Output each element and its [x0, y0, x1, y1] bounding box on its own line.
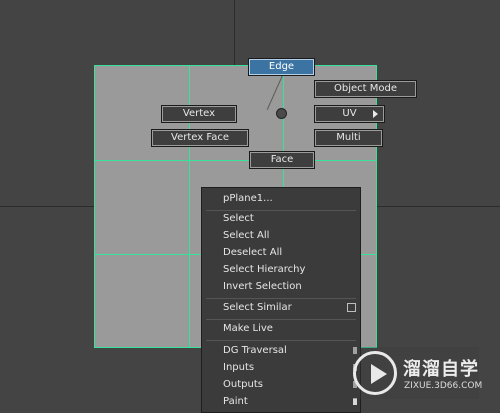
multi-button[interactable]: Multi — [314, 129, 383, 147]
plane-edge-horizontal — [95, 160, 376, 161]
menu-separator — [206, 340, 356, 341]
object-mode-button[interactable]: Object Mode — [314, 80, 417, 98]
menu-item-select-similar-label: Select Similar — [223, 302, 292, 313]
edge-button[interactable]: Edge — [248, 58, 315, 76]
menu-item-make-live[interactable]: Make Live — [202, 320, 360, 337]
menu-item-paint-label: Paint — [223, 396, 248, 407]
menu-item-dg-traversal-label: DG Traversal — [223, 345, 287, 356]
watermark-title: 溜溜自学 — [403, 359, 479, 380]
menu-item-inputs[interactable]: Inputs — [202, 359, 360, 376]
submenu-arrow-icon — [353, 398, 357, 405]
menu-item-select-similar[interactable]: Select Similar — [202, 299, 360, 316]
watermark-url: ZIXUE.3D66.COM — [404, 381, 483, 391]
menu-item-object-name[interactable]: pPlane1... — [202, 190, 360, 207]
menu-item-select-hierarchy[interactable]: Select Hierarchy — [202, 261, 360, 278]
uv-button[interactable]: UV — [314, 105, 385, 123]
menu-item-select-all[interactable]: Select All — [202, 227, 360, 244]
menu-item-dg-traversal[interactable]: DG Traversal — [202, 342, 360, 359]
menu-item-select[interactable]: Select — [202, 210, 360, 227]
marking-menu-center — [276, 108, 287, 119]
submenu-arrow-icon — [373, 110, 378, 118]
menu-item-inputs-label: Inputs — [223, 362, 255, 373]
menu-item-deselect-all[interactable]: Deselect All — [202, 244, 360, 261]
context-menu: pPlane1... Select Select All Deselect Al… — [201, 187, 361, 413]
watermark: 溜溜自学 ZIXUE.3D66.COM — [351, 347, 483, 399]
menu-item-invert-selection[interactable]: Invert Selection — [202, 278, 360, 295]
play-icon — [371, 364, 387, 384]
uv-button-label: UV — [342, 108, 357, 119]
option-box-icon[interactable] — [347, 303, 356, 312]
vertex-button[interactable]: Vertex — [161, 105, 237, 123]
face-button[interactable]: Face — [249, 151, 315, 169]
menu-item-outputs-label: Outputs — [223, 379, 263, 390]
menu-item-outputs[interactable]: Outputs — [202, 376, 360, 393]
play-logo-icon — [353, 351, 397, 395]
vertex-face-button[interactable]: Vertex Face — [151, 129, 249, 147]
menu-item-paint[interactable]: Paint — [202, 393, 360, 410]
viewport[interactable]: Edge Object Mode Vertex UV Vertex Face M… — [0, 0, 500, 413]
